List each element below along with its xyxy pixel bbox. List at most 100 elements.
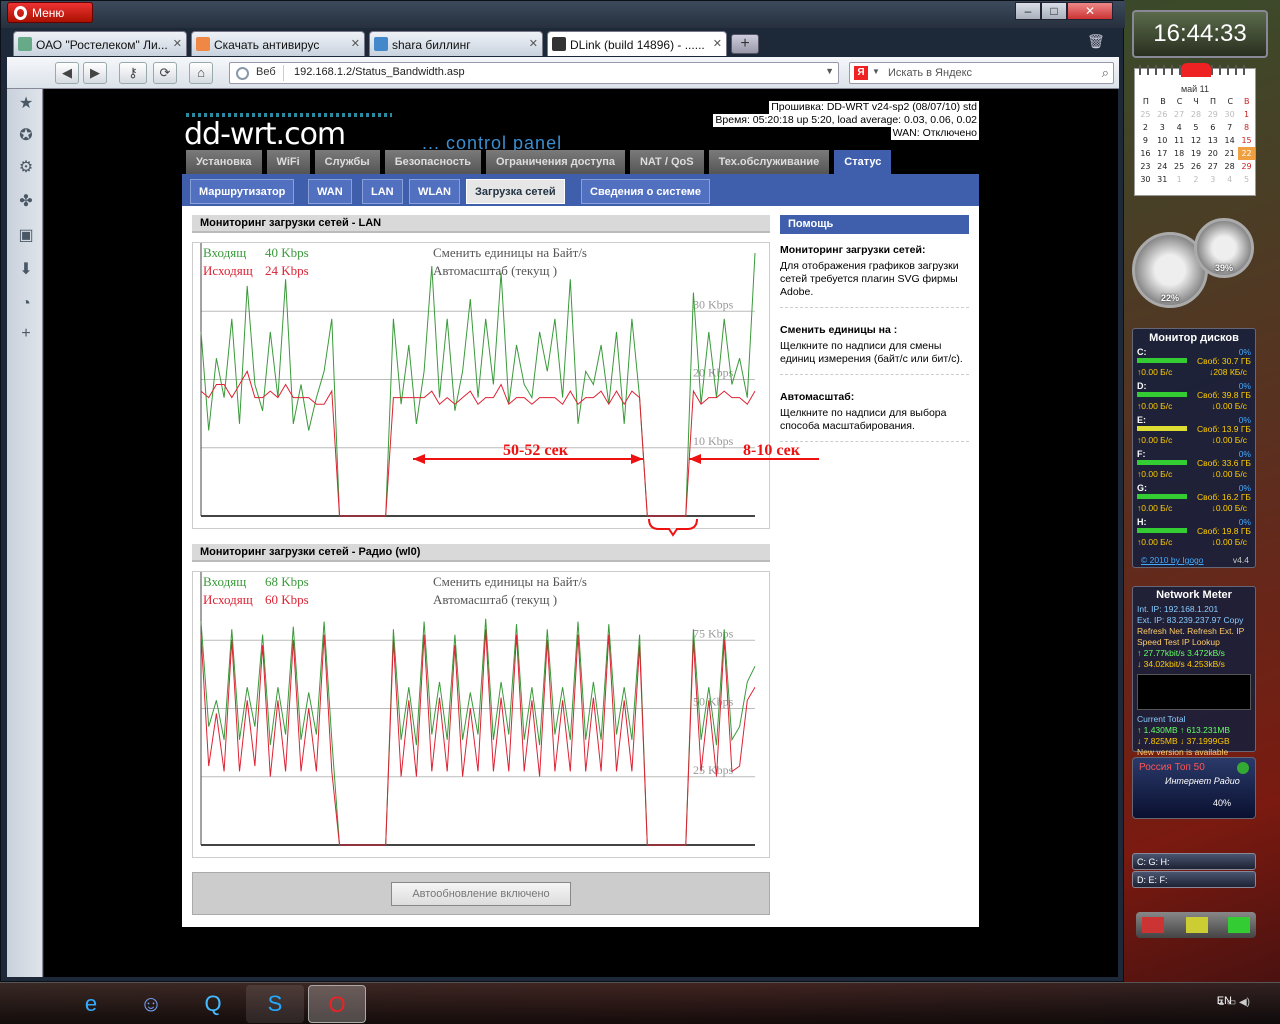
calendar-day[interactable]: 11	[1171, 134, 1188, 147]
opera-icon[interactable]: O	[308, 985, 366, 1023]
calendar-day[interactable]: 21	[1221, 147, 1238, 160]
skype-icon[interactable]: S	[246, 985, 304, 1023]
reload-button[interactable]: ⟳	[153, 62, 177, 84]
menu-security[interactable]: Безопасность	[384, 150, 481, 174]
calendar-day[interactable]: 1	[1171, 173, 1188, 186]
calendar-day[interactable]: 4	[1171, 121, 1188, 134]
calendar-day[interactable]: 26	[1154, 108, 1171, 121]
url-text[interactable]: 192.168.1.2/Status_Bandwidth.asp	[294, 66, 465, 78]
close-tab-icon[interactable]: ✕	[173, 37, 182, 50]
calendar-day[interactable]: 19	[1188, 147, 1205, 160]
widgets-icon[interactable]: ⚙	[17, 159, 35, 177]
play-icon[interactable]	[1237, 762, 1249, 774]
history-icon[interactable]: ◔	[17, 295, 35, 313]
calendar-day[interactable]: 13	[1204, 134, 1221, 147]
submenu-bandwidth[interactable]: Загрузка сетей	[466, 179, 565, 204]
calendar-day[interactable]: 30	[1137, 173, 1154, 186]
disk-monitor-credit[interactable]: © 2010 by Igogo	[1141, 555, 1204, 565]
maximize-button[interactable]: □	[1041, 2, 1067, 20]
calendar-day[interactable]: 10	[1154, 134, 1171, 147]
tab-antivirus[interactable]: Скачать антивирус ✕	[191, 31, 365, 56]
calendar-day[interactable]: 28	[1188, 108, 1205, 121]
submenu-router[interactable]: Маршрутизатор	[190, 179, 295, 204]
home-button[interactable]: ⌂	[189, 62, 213, 84]
notes-icon[interactable]: ▣	[17, 227, 35, 245]
calendar-day[interactable]: 25	[1137, 108, 1154, 121]
calendar-day[interactable]: 30	[1221, 108, 1238, 121]
calendar-day[interactable]: 1	[1238, 108, 1255, 121]
calendar-day[interactable]: 18	[1171, 147, 1188, 160]
submenu-wlan[interactable]: WLAN	[409, 179, 460, 204]
calendar-day[interactable]: 26	[1188, 160, 1205, 173]
quicktime-icon[interactable]: Q	[184, 985, 242, 1023]
calendar-day[interactable]: 8	[1238, 121, 1255, 134]
bookmarks-icon[interactable]: ★	[17, 95, 35, 113]
menu-administration[interactable]: Тех.обслуживание	[708, 150, 830, 174]
calendar-day[interactable]: 31	[1154, 173, 1171, 186]
web-badge[interactable]: Веб	[232, 65, 284, 81]
autorefresh-button[interactable]: Автообновление включено	[391, 882, 571, 906]
calendar-day[interactable]: 17	[1154, 147, 1171, 160]
add-panel-icon[interactable]: +	[17, 325, 35, 343]
speed-dial-icon[interactable]: ✪	[17, 127, 35, 145]
submenu-wan[interactable]: WAN	[308, 179, 352, 204]
calendar-day[interactable]: 22	[1238, 147, 1255, 160]
sleep-icon[interactable]	[1186, 917, 1208, 933]
calendar-day[interactable]: 24	[1154, 160, 1171, 173]
calendar-day[interactable]: 14	[1221, 134, 1238, 147]
calendar-day[interactable]: 27	[1171, 108, 1188, 121]
calendar-day[interactable]: 25	[1171, 160, 1188, 173]
close-button[interactable]: ✕	[1067, 2, 1113, 20]
menu-wifi[interactable]: WiFi	[266, 150, 310, 174]
search-icon[interactable]: ⌕	[1102, 65, 1109, 81]
radio-gadget[interactable]: Россия Топ 50 Интернет Радио 40%	[1132, 757, 1256, 819]
menu-services[interactable]: Службы	[314, 150, 380, 174]
calendar-day[interactable]: 5	[1188, 121, 1205, 134]
calendar-day[interactable]: 20	[1204, 147, 1221, 160]
chevron-down-icon[interactable]: ▼	[872, 67, 880, 76]
shutdown-icon[interactable]	[1142, 917, 1164, 933]
calendar-day[interactable]: 3	[1204, 173, 1221, 186]
calendar-day[interactable]: 2	[1188, 173, 1205, 186]
address-bar[interactable]: Веб 192.168.1.2/Status_Bandwidth.asp ▼	[229, 62, 839, 84]
search-field[interactable]: Я ▼ Искать в Яндекс ⌕	[849, 62, 1114, 84]
drives-gadget-2[interactable]: D: E: F:	[1132, 871, 1256, 888]
new-tab-button[interactable]: +	[731, 34, 759, 54]
switch-units-link[interactable]: Сменить единицы на Байт/s	[433, 245, 587, 260]
unite-icon[interactable]: ✤	[17, 193, 35, 211]
calendar-day[interactable]: 29	[1238, 160, 1255, 173]
minimize-button[interactable]: –	[1015, 2, 1041, 20]
close-tab-icon[interactable]: ✕	[529, 37, 538, 50]
calendar-day[interactable]: 3	[1154, 121, 1171, 134]
calendar-day[interactable]: 4	[1221, 173, 1238, 186]
finder-icon[interactable]: ☺	[122, 985, 180, 1023]
calendar-day[interactable]: 28	[1221, 160, 1238, 173]
yandex-icon[interactable]: Я	[854, 66, 868, 80]
menu-access-restrictions[interactable]: Ограничения доступа	[486, 150, 625, 174]
calendar-day[interactable]: 27	[1204, 160, 1221, 173]
internet-explorer-icon[interactable]: e	[62, 985, 120, 1023]
calendar-day[interactable]: 9	[1137, 134, 1154, 147]
submenu-lan[interactable]: LAN	[362, 179, 403, 204]
tray-icons[interactable]: ▴ ▭ ◀)	[1219, 997, 1250, 1008]
drives-gadget-1[interactable]: C: G: H:	[1132, 853, 1256, 870]
tab-dlink[interactable]: DLink (build 14896) - ...... ✕	[547, 31, 727, 56]
tab-rostelecom[interactable]: ОАО "Ростелеком" Ли... ✕	[13, 31, 187, 56]
chevron-down-icon[interactable]: ▼	[825, 66, 834, 76]
menu-nat-qos[interactable]: NAT / QoS	[629, 150, 704, 174]
restart-icon[interactable]	[1228, 917, 1250, 933]
opera-menu-button[interactable]: Меню	[7, 2, 93, 23]
clock-gadget[interactable]: 16:44:33	[1132, 10, 1268, 58]
calendar-day[interactable]: 2	[1137, 121, 1154, 134]
forward-button[interactable]: ▶	[83, 62, 107, 84]
calendar-day[interactable]: 16	[1137, 147, 1154, 160]
back-button[interactable]: ◀	[55, 62, 79, 84]
autoscale-link[interactable]: Автомасштаб (текущ )	[433, 592, 557, 607]
tab-shara[interactable]: shara биллинг ✕	[369, 31, 543, 56]
submenu-sysinfo[interactable]: Сведения о системе	[581, 179, 711, 204]
calendar-day[interactable]: 29	[1204, 108, 1221, 121]
calendar-day[interactable]: 7	[1221, 121, 1238, 134]
autoscale-link[interactable]: Автомасштаб (текущ )	[433, 263, 557, 278]
menu-status[interactable]: Статус	[834, 150, 892, 174]
start-button[interactable]	[6, 985, 50, 1023]
